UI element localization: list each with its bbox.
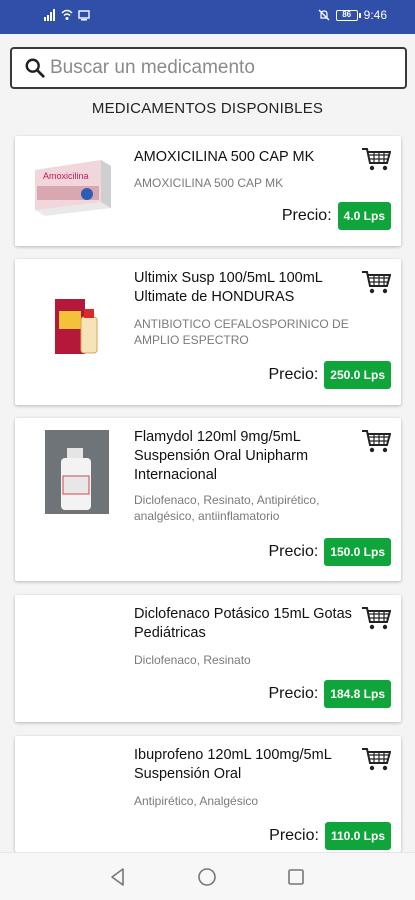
- price-label: Precio:: [268, 366, 319, 383]
- product-description: AMOXICILINA 500 CAP MK: [134, 176, 284, 190]
- cart-icon[interactable]: [361, 269, 391, 295]
- product-card[interactable]: Ibuprofeno 120mL 100mg/5mL Suspensión Or…: [15, 736, 401, 852]
- home-icon[interactable]: [197, 867, 217, 887]
- price-row: Precio: 4.0 Lps: [282, 202, 391, 230]
- recents-icon[interactable]: [286, 867, 306, 887]
- back-icon[interactable]: [108, 867, 128, 887]
- product-card[interactable]: Flamydol 120ml 9mg/5mL Suspensión Oral U…: [15, 418, 401, 581]
- price-badge: 110.0 Lps: [324, 822, 391, 850]
- product-card[interactable]: Amoxicilina AMOXICILINA 500 CAP MK AMOXI…: [15, 136, 401, 246]
- price-badge: 250.0 Lps: [324, 361, 391, 389]
- product-description: ANTIBIOTICO CEFALOSPORINICO DE AMPLIO ES…: [134, 317, 349, 347]
- navigation-bar: [0, 852, 415, 900]
- search-icon[interactable]: [24, 57, 46, 79]
- price-label: Precio:: [268, 543, 319, 560]
- wifi-icon: [61, 9, 73, 20]
- product-card[interactable]: Diclofenaco Potásico 15mL Gotas Pediátri…: [15, 595, 401, 722]
- price-badge: 4.0 Lps: [337, 202, 391, 230]
- status-bar: 86 9:46: [0, 0, 415, 34]
- product-description: Diclofenaco, Resinato, Antipirético, ana…: [134, 493, 320, 523]
- product-name: Ultimix Susp 100/5mL 100mL Ultimate de H…: [134, 270, 323, 305]
- mute-icon: [318, 9, 330, 21]
- price-badge: 150.0 Lps: [324, 538, 391, 566]
- battery-icon: 86: [335, 9, 361, 21]
- price-row: Precio: 250.0 Lps: [268, 361, 391, 389]
- product-image-ultimix: [55, 299, 98, 354]
- status-right-icons: 86 9:46: [318, 8, 387, 22]
- product-image-amoxicilina: Amoxicilina: [35, 160, 111, 216]
- product-image-flamydol: [45, 430, 109, 514]
- screen-icon: [78, 10, 90, 21]
- search-input[interactable]: [50, 57, 380, 79]
- section-title: MEDICAMENTOS DISPONIBLES: [91, 100, 324, 117]
- product-description: Diclofenaco, Resinato: [134, 653, 251, 667]
- product-image-label: Amoxicilina: [43, 171, 89, 181]
- cart-icon[interactable]: [361, 146, 391, 172]
- product-name: Flamydol 120ml 9mg/5mL Suspensión Oral U…: [134, 429, 309, 483]
- price-label: Precio:: [281, 207, 332, 224]
- price-label: Precio:: [269, 827, 319, 844]
- price-row: Precio: 184.8 Lps: [268, 680, 391, 708]
- search-bar[interactable]: [10, 47, 407, 89]
- product-name: AMOXICILINA 500 CAP MK: [134, 149, 315, 165]
- cart-icon[interactable]: [361, 746, 391, 772]
- status-left-icons: [44, 9, 90, 21]
- price-row: Precio: 150.0 Lps: [268, 538, 391, 566]
- price-badge: 184.8 Lps: [324, 680, 391, 708]
- cart-icon[interactable]: [361, 605, 391, 631]
- product-name: Diclofenaco Potásico 15mL Gotas Pediátri…: [134, 606, 352, 641]
- price-label: Precio:: [268, 685, 319, 702]
- clock: 9:46: [363, 8, 387, 22]
- product-description: Antipirético, Analgésico: [134, 794, 259, 808]
- price-row: Precio: 110.0 Lps: [269, 822, 391, 850]
- product-card[interactable]: Ultimix Susp 100/5mL 100mL Ultimate de H…: [15, 259, 401, 405]
- product-name: Ibuprofeno 120mL 100mg/5mL Suspensión Or…: [134, 747, 332, 782]
- battery-level: 86: [342, 9, 352, 19]
- cart-icon[interactable]: [361, 428, 391, 454]
- signal-icon: [44, 9, 55, 21]
